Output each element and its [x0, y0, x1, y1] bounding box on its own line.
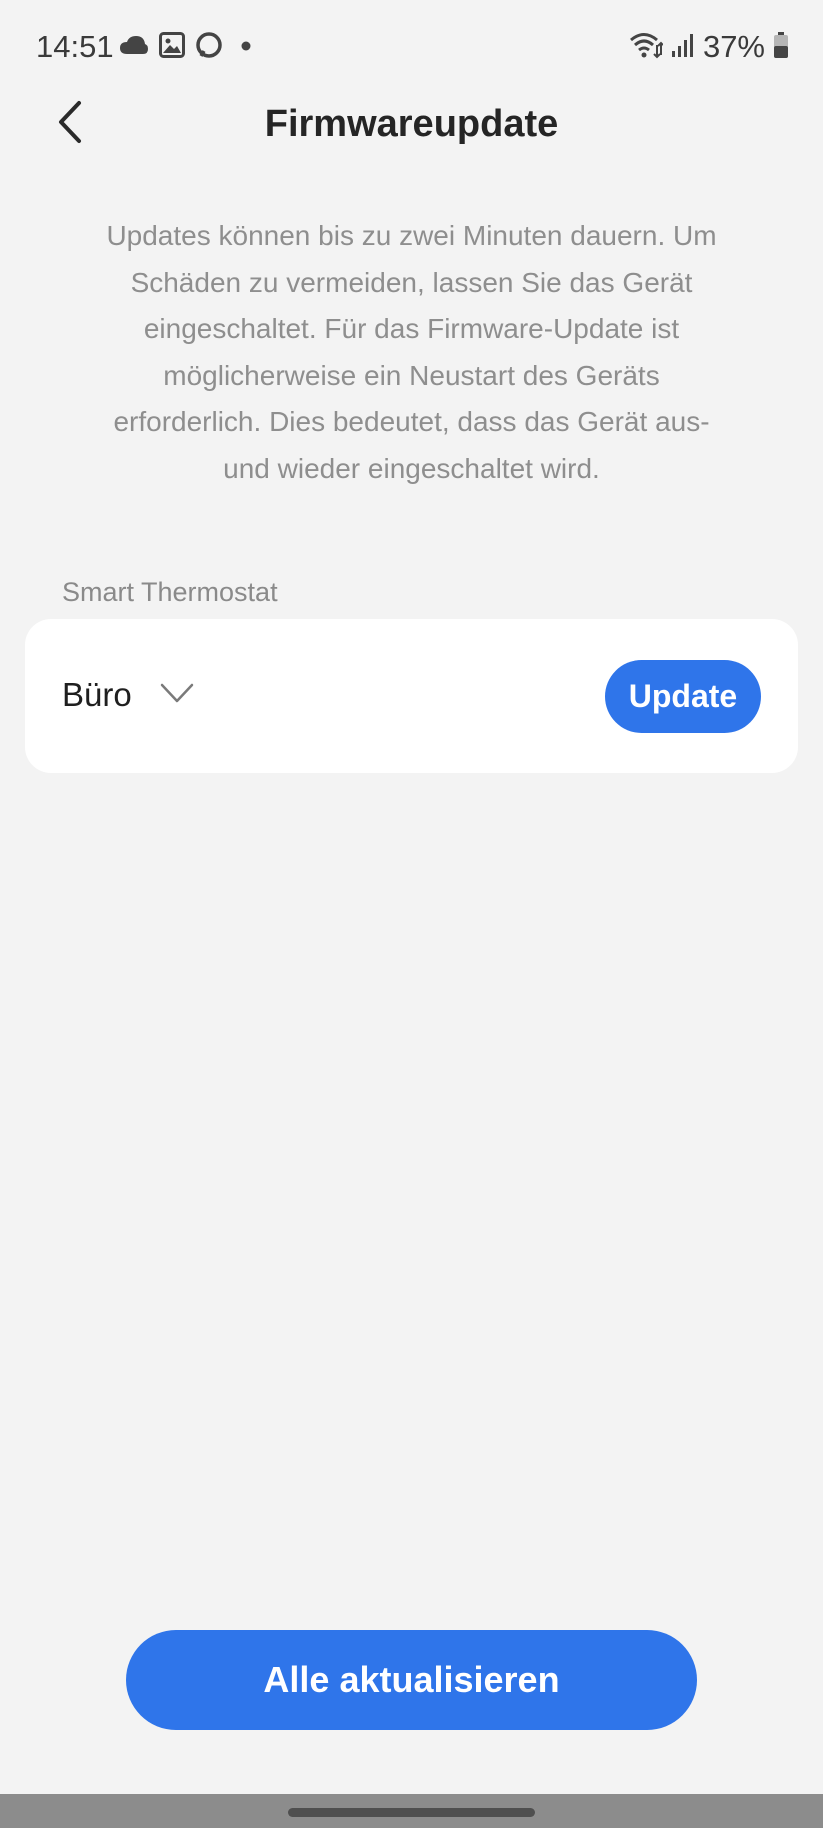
update-all-button[interactable]: Alle aktualisieren: [126, 1630, 697, 1730]
app-bar: Firmwareupdate: [0, 94, 823, 214]
home-handle[interactable]: [288, 1808, 535, 1817]
device-card: Büro Update: [25, 619, 798, 773]
notification-dot-icon: [241, 38, 251, 56]
gallery-icon: [159, 31, 185, 63]
section-label: Smart Thermostat: [62, 577, 278, 607]
device-name[interactable]: Büro: [62, 673, 132, 717]
battery-icon: [773, 31, 789, 64]
status-icons-left: [119, 31, 251, 64]
status-bar: 14:51 37%: [0, 0, 823, 94]
navigation-bar: [0, 1794, 823, 1828]
status-icons-right: 37%: [629, 29, 789, 65]
update-description: Updates können bis zu zwei Minuten dauer…: [106, 220, 717, 484]
chevron-down-icon[interactable]: [160, 681, 194, 705]
battery-percentage: 37%: [702, 29, 765, 64]
cloud-icon: [119, 34, 149, 61]
alexa-icon: [195, 31, 223, 64]
update-button[interactable]: Update: [605, 660, 761, 733]
status-time: 14:51: [36, 29, 114, 64]
page-title: Firmwareupdate: [264, 103, 559, 145]
wifi-icon: [629, 31, 664, 64]
signal-icon: [671, 32, 695, 63]
